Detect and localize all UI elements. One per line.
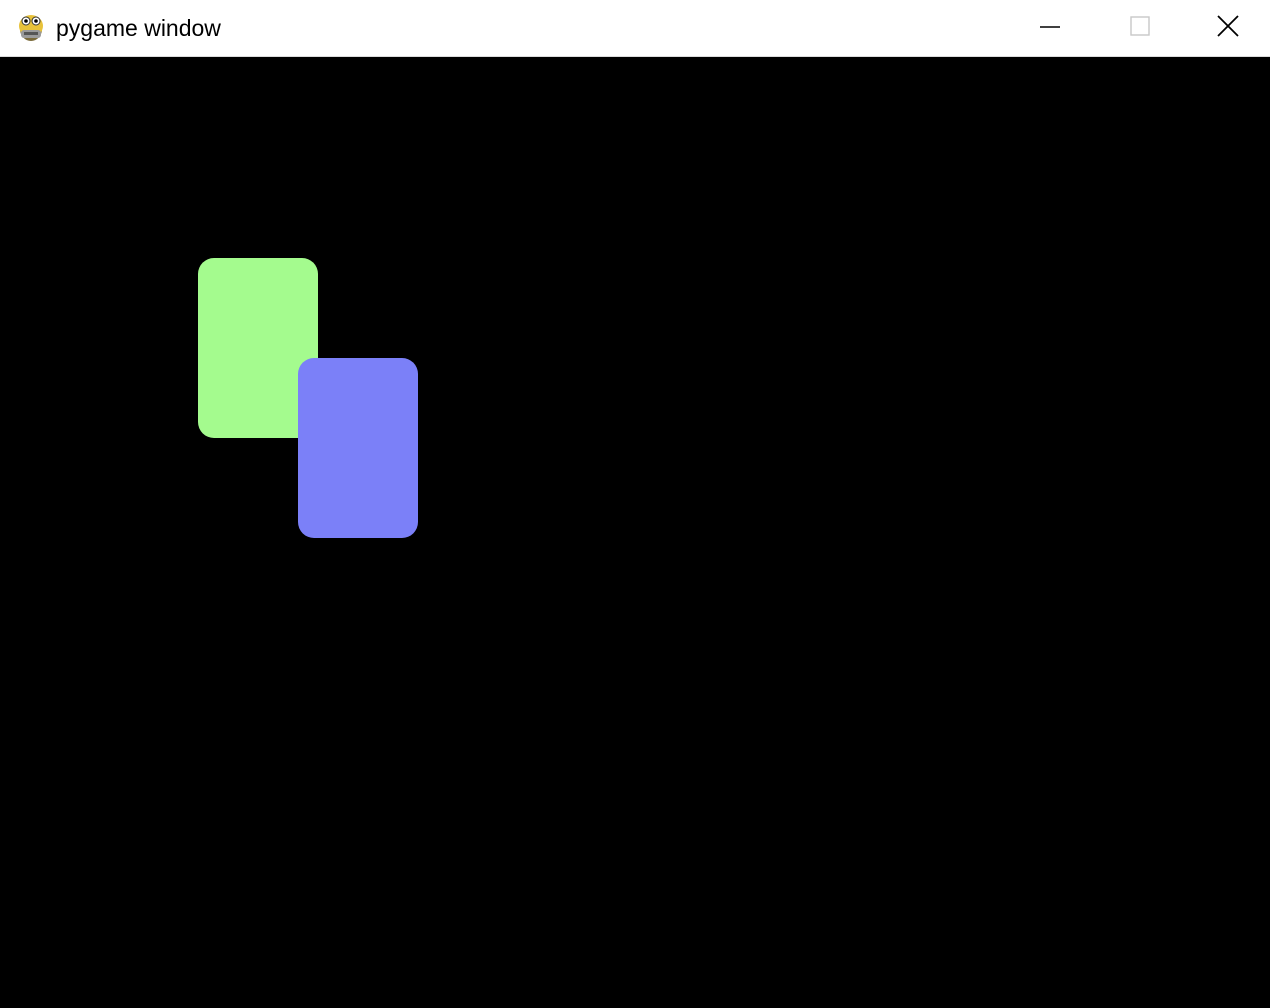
close-button[interactable] [1186, 0, 1270, 56]
blue-card[interactable] [298, 358, 418, 538]
maximize-button[interactable] [1095, 0, 1185, 56]
minimize-button[interactable] [1005, 0, 1095, 56]
pygame-snake-icon [16, 11, 46, 43]
maximize-icon [1128, 14, 1152, 43]
minimize-icon [1038, 14, 1062, 43]
title-bar[interactable]: pygame window [0, 0, 1270, 57]
close-icon [1215, 13, 1241, 44]
window-title: pygame window [56, 15, 221, 41]
pygame-window: pygame window [0, 0, 1270, 1008]
game-canvas[interactable] [0, 57, 1270, 1008]
